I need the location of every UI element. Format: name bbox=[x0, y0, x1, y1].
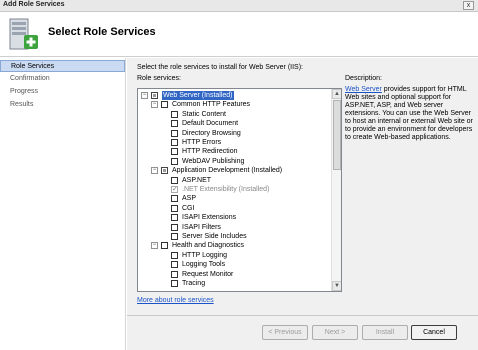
tree-row[interactable]: HTTP Errors bbox=[138, 138, 328, 147]
tree-row-label: Server Side Includes bbox=[182, 233, 247, 240]
description-link[interactable]: Web Server bbox=[345, 86, 382, 93]
role-checkbox[interactable] bbox=[171, 233, 178, 240]
role-checkbox[interactable] bbox=[171, 157, 178, 165]
collapse-toggle-icon[interactable]: − bbox=[151, 167, 158, 175]
tree-row-label: WebDAV Publishing bbox=[182, 157, 245, 165]
tree-row[interactable]: − Application Development (Installed) bbox=[138, 166, 328, 175]
tree-row-label: Static Content bbox=[182, 110, 226, 118]
tree-row-label: ISAPI Extensions bbox=[182, 214, 237, 222]
tree-row-label: Application Development (Installed) bbox=[172, 167, 283, 175]
role-checkbox[interactable] bbox=[171, 176, 178, 184]
scroll-up-icon[interactable]: ▲ bbox=[332, 89, 341, 99]
tree-row[interactable]: ISAPI Filters bbox=[138, 223, 328, 232]
page-title: Select Role Services bbox=[48, 26, 156, 38]
role-checkbox[interactable] bbox=[161, 242, 168, 250]
tree-row[interactable]: − Web Server (Installed) bbox=[138, 91, 328, 100]
collapse-toggle-icon[interactable]: − bbox=[151, 242, 158, 250]
tree-row-label: HTTP Redirection bbox=[182, 148, 238, 156]
nav-item-role-services[interactable]: Role Services bbox=[0, 60, 125, 72]
tree-row-label: ASP bbox=[182, 195, 197, 203]
tree-row-label: Health and Diagnostics bbox=[172, 242, 244, 250]
tree-row-label: Tracing bbox=[182, 280, 206, 287]
tree-row-label: Request Monitor bbox=[182, 270, 234, 278]
role-checkbox[interactable] bbox=[171, 214, 178, 222]
tree-row[interactable]: − Health and Diagnostics bbox=[138, 241, 328, 250]
previous-button[interactable]: < Previous bbox=[262, 325, 308, 340]
tree-row[interactable]: Server Side Includes bbox=[138, 232, 328, 241]
description-text: Web Server provides support for HTML Web… bbox=[345, 86, 473, 142]
role-checkbox[interactable] bbox=[171, 204, 178, 212]
role-checkbox[interactable] bbox=[161, 101, 168, 109]
tree-row[interactable]: ASP bbox=[138, 194, 328, 203]
tree-row[interactable]: HTTP Redirection bbox=[138, 147, 328, 156]
install-button[interactable]: Install bbox=[362, 325, 408, 340]
tree-row[interactable]: Directory Browsing bbox=[138, 129, 328, 138]
tree-row[interactable]: − Common HTTP Features bbox=[138, 100, 328, 109]
wizard-nav: Role Services Confirmation Progress Resu… bbox=[0, 58, 126, 350]
nav-item-confirmation[interactable]: Confirmation bbox=[0, 73, 125, 85]
role-checkbox[interactable] bbox=[171, 261, 178, 269]
tree-row-label: Logging Tools bbox=[182, 261, 226, 269]
tree-row[interactable]: Tracing bbox=[138, 279, 328, 288]
tree-row[interactable]: .NET Extensibility (Installed) bbox=[138, 185, 328, 194]
tree-row[interactable]: Logging Tools bbox=[138, 260, 328, 269]
tree-row-label: Web Server (Installed) bbox=[162, 91, 234, 100]
wizard-header: Select Role Services bbox=[0, 12, 478, 57]
cancel-button[interactable]: Cancel bbox=[411, 325, 457, 340]
role-checkbox[interactable] bbox=[171, 148, 178, 156]
role-checkbox[interactable] bbox=[171, 129, 178, 137]
footer-divider bbox=[127, 315, 478, 316]
tree-row-label: HTTP Logging bbox=[182, 251, 228, 259]
role-checkbox[interactable] bbox=[161, 167, 168, 175]
role-checkbox[interactable] bbox=[171, 120, 178, 128]
close-button[interactable]: x bbox=[463, 1, 474, 10]
tree-row[interactable]: Static Content bbox=[138, 110, 328, 119]
nav-item-results[interactable]: Results bbox=[0, 99, 125, 111]
scroll-thumb[interactable] bbox=[333, 100, 341, 170]
collapse-toggle-icon[interactable]: − bbox=[151, 101, 158, 109]
role-checkbox[interactable] bbox=[171, 223, 178, 231]
tree-row-label: Default Document bbox=[182, 120, 239, 128]
tree-row-label: CGI bbox=[182, 204, 195, 212]
title-bar: Add Role Services x bbox=[0, 0, 478, 12]
tree-row[interactable]: Request Monitor bbox=[138, 270, 328, 279]
tree-row-label: Common HTTP Features bbox=[172, 101, 251, 109]
tree-row[interactable]: WebDAV Publishing bbox=[138, 157, 328, 166]
tree-row[interactable]: HTTP Logging bbox=[138, 251, 328, 260]
tree-row[interactable]: ASP.NET bbox=[138, 176, 328, 185]
role-checkbox[interactable] bbox=[171, 251, 178, 259]
description-label: Description: bbox=[345, 75, 382, 82]
tree-row[interactable]: CGI bbox=[138, 204, 328, 213]
role-checkbox bbox=[171, 185, 178, 194]
intro-text: Select the role services to install for … bbox=[137, 64, 303, 71]
tree-row-label: ISAPI Filters bbox=[182, 223, 221, 231]
content-pane: Select the role services to install for … bbox=[127, 58, 478, 350]
tree-row-label: ASP.NET bbox=[182, 176, 212, 184]
role-checkbox[interactable] bbox=[151, 92, 158, 99]
server-add-icon bbox=[9, 18, 38, 50]
tree-rows: − Web Server (Installed) − Common HTTP Feat… bbox=[138, 89, 331, 291]
tree-row[interactable]: Default Document bbox=[138, 119, 328, 128]
tree-row-label: Directory Browsing bbox=[182, 129, 241, 137]
nav-item-progress[interactable]: Progress bbox=[0, 86, 125, 98]
more-about-role-services-link[interactable]: More about role services bbox=[137, 297, 214, 304]
role-checkbox[interactable] bbox=[171, 139, 178, 146]
window-title: Add Role Services bbox=[3, 1, 65, 8]
role-checkbox[interactable] bbox=[171, 110, 178, 118]
role-services-tree[interactable]: − Web Server (Installed) − Common HTTP Feat… bbox=[137, 88, 342, 292]
tree-scrollbar[interactable]: ▲ ▼ bbox=[331, 89, 341, 291]
role-checkbox[interactable] bbox=[171, 270, 178, 278]
role-checkbox[interactable] bbox=[171, 280, 178, 287]
next-button[interactable]: Next > bbox=[312, 325, 358, 340]
role-services-label: Role services: bbox=[137, 75, 181, 82]
collapse-toggle-icon[interactable]: − bbox=[141, 92, 148, 99]
description-body: provides support for HTML Web sites and … bbox=[345, 86, 473, 141]
tree-row-label: .NET Extensibility (Installed) bbox=[182, 186, 270, 193]
scroll-down-icon[interactable]: ▼ bbox=[332, 281, 341, 291]
tree-row-label: HTTP Errors bbox=[182, 139, 222, 146]
tree-row[interactable]: ISAPI Extensions bbox=[138, 213, 328, 222]
role-checkbox[interactable] bbox=[171, 195, 178, 203]
